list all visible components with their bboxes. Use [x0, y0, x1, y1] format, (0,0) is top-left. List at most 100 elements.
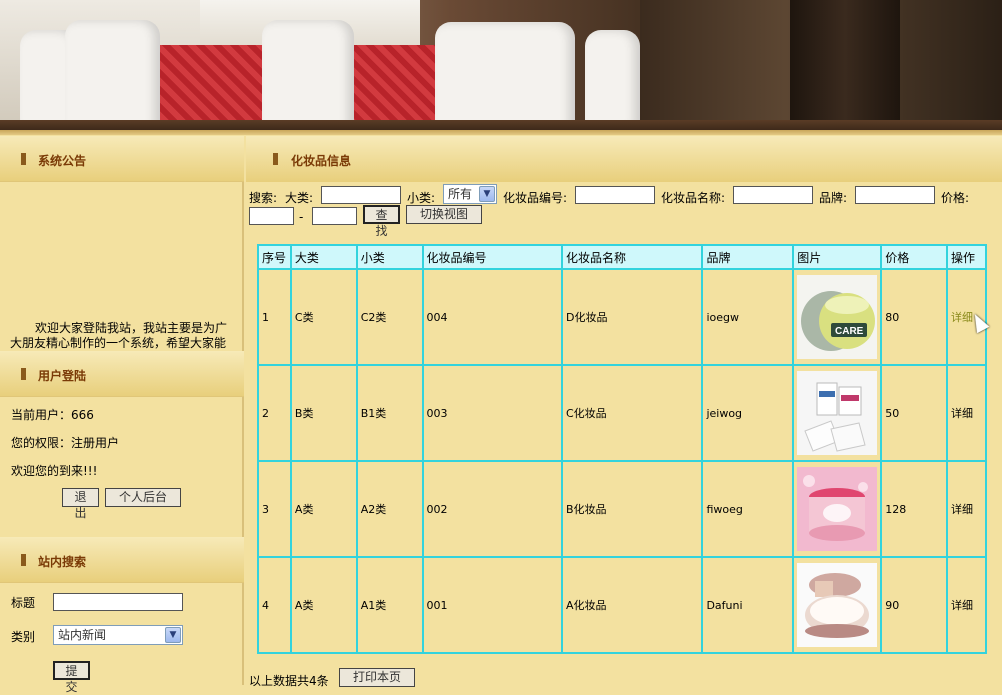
table-row: 3 A类 A2类 002 B化妆品 fiwoeg 128 详细 [257, 460, 987, 558]
main-title: 化妆品信息 [291, 154, 352, 168]
minor-category-select[interactable]: 所有 ▼ [443, 184, 497, 204]
minor-category-cell: A2类 [355, 460, 424, 558]
product-code-cell: 001 [421, 556, 563, 654]
brand-label: 品牌: [819, 191, 848, 205]
row-number: 2 [257, 364, 292, 462]
price-min-input[interactable] [249, 207, 294, 225]
major-category-cell: B类 [289, 364, 358, 462]
product-image-sachet-pack [797, 371, 878, 455]
title-field-label: 标题 [11, 596, 36, 610]
column-header: 价格 [880, 244, 949, 270]
product-code-cell: 003 [421, 364, 563, 462]
category-select[interactable]: 站内新闻 ▼ [53, 625, 183, 645]
banner-chair [262, 20, 354, 132]
main-panel-header: 化妆品信息 [246, 136, 1002, 182]
minor-category-cell: B1类 [355, 364, 424, 462]
notice-marquee-text: 欢迎大家登陆我站，我站主要是为广大朋友精心制作的一个系统，希望大家能 [10, 321, 228, 350]
price-label: 价格: [941, 191, 970, 205]
product-name-cell: D化妆品 [560, 268, 704, 366]
product-code-input[interactable] [575, 186, 655, 204]
product-image-cell [792, 460, 883, 558]
banner-chair [65, 20, 160, 132]
product-image-graphic [797, 467, 878, 551]
product-name-label: 化妆品名称: [661, 191, 726, 205]
product-image-cell [792, 364, 883, 462]
header-bullet-icon [273, 153, 278, 165]
product-search-bar: 搜索: 大类: 小类: 所有 ▼ 化妆品编号: 化妆品名称: 品牌: 价格: -… [249, 184, 1001, 238]
find-button[interactable]: 查找 [363, 205, 400, 238]
brand-input[interactable] [855, 186, 935, 204]
record-count-text: 以上数据共4条 [249, 674, 329, 688]
product-name-cell: C化妆品 [560, 364, 704, 462]
current-user-line: 当前用户：666 [11, 406, 94, 423]
price-cell: 50 [880, 364, 949, 462]
minor-category-selected: 所有 [448, 187, 473, 201]
current-user-value: 666 [71, 408, 94, 422]
major-category-cell: A类 [289, 556, 358, 654]
banner-chair [435, 22, 575, 132]
search-prefix-label: 搜索: [249, 191, 278, 205]
current-user-label: 当前用户： [11, 408, 72, 422]
svg-text:CARE: CARE [835, 326, 864, 337]
column-header: 品牌 [701, 244, 795, 270]
header-bullet-icon [21, 554, 26, 566]
price-cell: 128 [880, 460, 949, 558]
row-number: 3 [257, 460, 292, 558]
category-label: 类别 [11, 630, 36, 644]
price-range-separator: - [299, 210, 304, 224]
major-category-cell: C类 [289, 268, 358, 366]
notice-panel-header: 系统公告 [0, 136, 244, 182]
row-number: 4 [257, 556, 292, 654]
column-header: 图片 [792, 244, 883, 270]
role-value: 注册用户 [71, 436, 120, 450]
major-category-cell: A类 [289, 460, 358, 558]
price-max-input[interactable] [312, 207, 357, 225]
product-code-cell: 002 [421, 460, 563, 558]
site-search-panel-header: 站内搜索 [0, 537, 244, 583]
product-code-cell: 004 [421, 268, 563, 366]
minor-category-cell: A1类 [355, 556, 424, 654]
logout-button[interactable]: 退出 [62, 488, 99, 520]
product-table: 序号 大类 小类 化妆品编号 化妆品名称 品牌 图片 价格 操作 1 C类 C2… [257, 244, 987, 654]
table-footer: 以上数据共4条 打印本页 [249, 668, 415, 689]
product-name-cell: B化妆品 [560, 460, 704, 558]
detail-link[interactable]: 详细 [946, 556, 987, 654]
price-cell: 90 [880, 556, 949, 654]
chevron-down-icon: ▼ [479, 186, 495, 202]
product-image-cell [792, 556, 883, 654]
notice-title: 系统公告 [38, 154, 87, 168]
personal-backend-button[interactable]: 个人后台 [105, 488, 181, 507]
detail-link[interactable]: 详细 [946, 364, 987, 462]
site-search-submit-button[interactable]: 提交 [53, 661, 90, 694]
table-header-row: 序号 大类 小类 化妆品编号 化妆品名称 品牌 图片 价格 操作 [257, 244, 987, 270]
table-row: 2 B类 B1类 003 C化妆品 jeiwog 50 详细 [257, 364, 987, 462]
product-name-input[interactable] [733, 186, 813, 204]
price-cell: 80 [880, 268, 949, 366]
header-bullet-icon [21, 368, 26, 380]
role-label: 您的权限： [11, 436, 72, 450]
chevron-down-icon: ▼ [165, 627, 181, 643]
product-image-cell: CARE [792, 268, 883, 366]
column-header: 操作 [946, 244, 987, 270]
welcome-text: 欢迎您的到来!!! [11, 464, 98, 478]
title-search-input[interactable] [53, 593, 183, 611]
major-category-input[interactable] [321, 186, 401, 204]
brand-cell: Dafuni [701, 556, 795, 654]
brand-cell: jeiwog [701, 364, 795, 462]
product-image-graphic [797, 371, 878, 455]
brand-cell: fiwoeg [701, 460, 795, 558]
print-page-button[interactable]: 打印本页 [339, 668, 415, 687]
table-row: 4 A类 A1类 001 A化妆品 Dafuni 90 详细 [257, 556, 987, 654]
major-category-label: 大类: [285, 191, 314, 205]
login-title: 用户登陆 [38, 369, 87, 383]
column-header: 大类 [289, 244, 358, 270]
minor-category-cell: C2类 [355, 268, 424, 366]
detail-link[interactable]: 详细 [946, 460, 987, 558]
category-selected-value: 站内新闻 [58, 628, 107, 642]
column-header: 化妆品编号 [421, 244, 563, 270]
role-line: 您的权限：注册用户 [11, 434, 119, 451]
banner-column [790, 0, 900, 135]
column-header: 化妆品名称 [560, 244, 704, 270]
product-image-graphic [797, 563, 878, 647]
switch-view-button[interactable]: 切换视图 [406, 205, 482, 224]
